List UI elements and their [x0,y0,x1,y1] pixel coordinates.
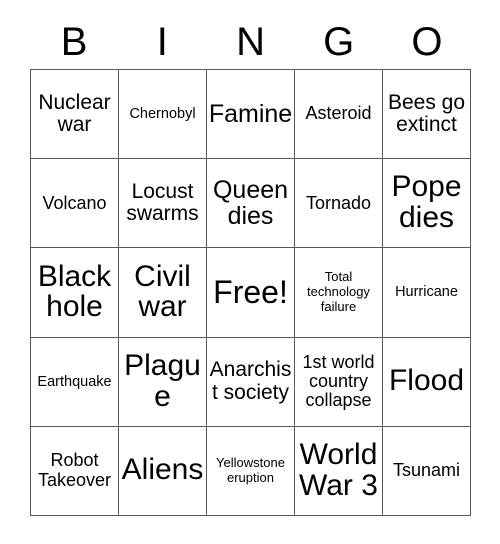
bingo-card: B I N G O Nuclear war Chernobyl Famine Aste… [0,0,500,544]
bingo-cell-label: Hurricane [395,284,458,301]
bingo-cell-r2c3[interactable]: Queen dies [207,159,295,249]
bingo-header-letter-n: N [236,19,265,64]
bingo-cell-label: Famine [208,100,293,129]
bingo-cell-label: Tornado [305,192,372,213]
bingo-cell-label: Aliens [121,453,204,487]
bingo-cell-r5c5[interactable]: Tsunami [383,426,471,516]
bingo-cell-r5c4[interactable]: World War 3 [295,426,383,516]
bingo-cell-r4c3[interactable]: Anarchist society [207,337,295,427]
bingo-header-letter-o: O [411,19,443,64]
bingo-cell-r2c5[interactable]: Pope dies [383,159,471,249]
bingo-cell-label: Yellowstone eruption [216,455,285,485]
bingo-cell-label: Tsunami [392,460,461,481]
bingo-cell-label: Bees go extinct [387,90,466,137]
bingo-header-row: B I N G O [30,14,471,69]
bingo-cell-r4c1[interactable]: Earthquake [31,337,119,427]
bingo-cell-r1c1[interactable]: Nuclear war [31,70,119,160]
bingo-cell-r2c2[interactable]: Locust swarms [119,159,207,249]
bingo-cell-label: World War 3 [299,438,378,502]
bingo-cell-label: Volcano [42,192,107,213]
bingo-cell-label: Queen dies [212,176,289,231]
bingo-header-letter-i: I [156,19,168,64]
bingo-cell-r1c5[interactable]: Bees go extinct [383,70,471,160]
bingo-cell-label: Plague [124,348,201,413]
bingo-cell-r3c5[interactable]: Hurricane [383,248,471,338]
bingo-cell-label: Civil war [134,259,191,324]
bingo-cell-label: Free! [213,274,288,311]
bingo-cell-r5c3[interactable]: Yellowstone eruption [207,426,295,516]
bingo-cell-r5c1[interactable]: Robot Takeover [31,426,119,516]
bingo-cell-r4c2[interactable]: Plague [119,337,207,427]
bingo-cell-label: Black hole [37,259,112,324]
bingo-cell-label: Earthquake [37,373,112,390]
bingo-cell-r4c4[interactable]: 1st world country collapse [295,337,383,427]
bingo-cell-label: Total technology failure [307,269,370,314]
bingo-header-letter-b: B [60,19,88,64]
bingo-cell-r1c4[interactable]: Asteroid [295,70,383,160]
bingo-cell-label: Flood [388,364,465,398]
bingo-cell-label: Robot Takeover [37,450,112,490]
bingo-cell-label: Pope dies [391,170,462,235]
bingo-cell-r3c4[interactable]: Total technology failure [295,248,383,338]
bingo-cell-label: Anarchist society [209,358,292,404]
bingo-cell-r3c2[interactable]: Civil war [119,248,207,338]
bingo-cell-label: Locust swarms [126,180,199,226]
bingo-header-letter-g: G [323,19,355,64]
bingo-cell-r1c3[interactable]: Famine [207,70,295,160]
bingo-cell-r5c2[interactable]: Aliens [119,426,207,516]
bingo-cell-r1c2[interactable]: Chernobyl [119,70,207,160]
bingo-cell-label: 1st world country collapse [302,351,375,411]
bingo-cell-label: Nuclear war [38,90,111,137]
bingo-cell-r2c1[interactable]: Volcano [31,159,119,249]
bingo-cell-r3c3[interactable]: Free! [207,248,295,338]
bingo-cell-r4c5[interactable]: Flood [383,337,471,427]
bingo-grid: Nuclear war Chernobyl Famine Asteroid Bees g… [30,69,471,516]
bingo-cell-r2c4[interactable]: Tornado [295,159,383,249]
bingo-cell-label: Asteroid [305,103,372,124]
bingo-cell-label: Chernobyl [129,105,196,122]
bingo-cell-r3c1[interactable]: Black hole [31,248,119,338]
